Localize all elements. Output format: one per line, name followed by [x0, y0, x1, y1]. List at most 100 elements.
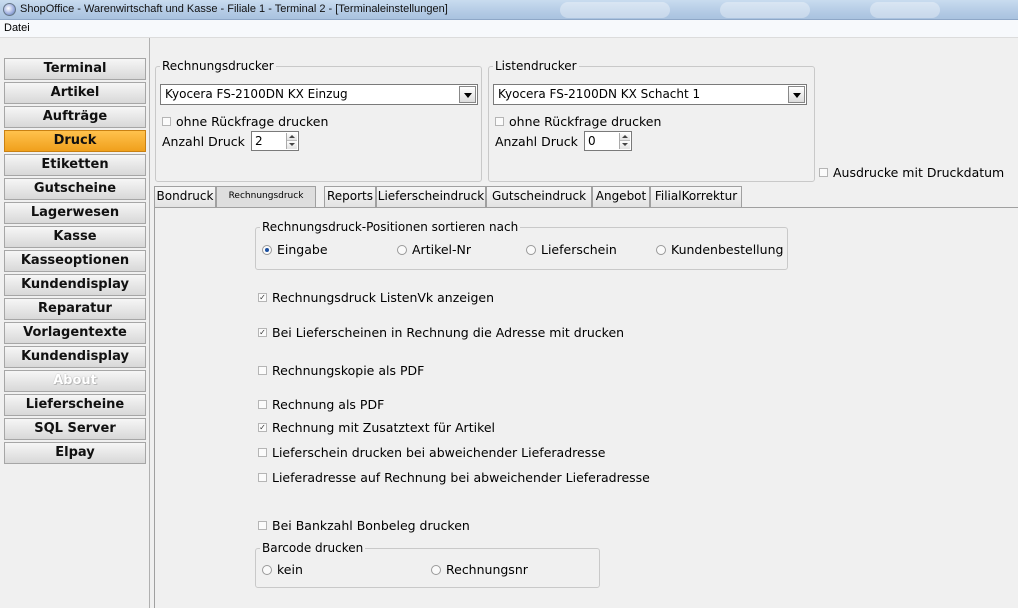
- chevron-down-icon[interactable]: [459, 86, 476, 103]
- stepper-up-icon[interactable]: [287, 133, 297, 141]
- tab-filialkorrektur[interactable]: FilialKorrektur: [650, 186, 742, 207]
- checkbox-label: Bei Lieferscheinen in Rechnung die Adres…: [272, 325, 625, 340]
- sidebar-item-kundendisplay[interactable]: Kundendisplay: [4, 274, 146, 296]
- sort-radio-artikel-nr[interactable]: Artikel-Nr: [397, 242, 471, 257]
- checkbox-label: Rechnungskopie als PDF: [272, 363, 425, 378]
- checkbox-box[interactable]: [258, 400, 267, 409]
- option-address-checkbox[interactable]: ✓ Bei Lieferscheinen in Rechnung die Adr…: [258, 325, 624, 340]
- option-invoice-pdf-checkbox[interactable]: Rechnung als PDF: [258, 397, 384, 412]
- radio-dot[interactable]: [262, 564, 272, 575]
- checkbox-label: Rechnungsdruck ListenVk anzeigen: [272, 290, 494, 305]
- checkbox-label: ohne Rückfrage drucken: [509, 114, 662, 129]
- sidebar-item-etiketten[interactable]: Etiketten: [4, 154, 146, 176]
- sidebar-item-auftraege[interactable]: Aufträge: [4, 106, 146, 128]
- radio-label: Rechnungsnr: [446, 562, 528, 577]
- sidebar-item-terminal[interactable]: Terminal: [4, 58, 146, 80]
- list-copies-stepper[interactable]: 0: [584, 131, 632, 151]
- checkbox-box[interactable]: [258, 366, 267, 375]
- tab-lieferscheindruck[interactable]: Lieferscheindruck: [376, 186, 486, 207]
- menu-file[interactable]: Datei: [4, 22, 30, 34]
- checkbox-label: Bei Bankzahl Bonbeleg drucken: [272, 518, 470, 533]
- print-date-checkbox[interactable]: Ausdrucke mit Druckdatum: [819, 165, 1004, 180]
- barcode-radio-kein[interactable]: kein: [262, 562, 303, 577]
- sidebar: Terminal Artikel Aufträge Druck Etikette…: [0, 38, 150, 608]
- checkbox-box[interactable]: [495, 117, 504, 126]
- sort-radio-lieferschein[interactable]: Lieferschein: [526, 242, 617, 257]
- sidebar-item-lagerwesen[interactable]: Lagerwesen: [4, 202, 146, 224]
- invoice-printer-select[interactable]: Kyocera FS-2100DN KX Einzug: [160, 84, 478, 105]
- checkbox-label: Ausdrucke mit Druckdatum: [833, 165, 1005, 180]
- sidebar-item-lieferscheine[interactable]: Lieferscheine: [4, 394, 146, 416]
- tab-reports[interactable]: Reports: [324, 186, 376, 207]
- tab-gutscheindruck[interactable]: Gutscheindruck: [486, 186, 592, 207]
- option-copy-pdf-checkbox[interactable]: Rechnungskopie als PDF: [258, 363, 424, 378]
- barcode-radio-rechnungsnr[interactable]: Rechnungsnr: [431, 562, 528, 577]
- list-printer-legend: Listendrucker: [493, 59, 579, 73]
- checkmark-icon[interactable]: ✓: [258, 423, 267, 432]
- sidebar-item-reparatur[interactable]: Reparatur: [4, 298, 146, 320]
- sort-radio-eingabe[interactable]: Eingabe: [262, 242, 328, 257]
- radio-label: Lieferschein: [541, 242, 617, 257]
- tab-bondruck[interactable]: Bondruck: [154, 186, 216, 207]
- invoice-copies-label: Anzahl Druck: [162, 134, 245, 149]
- invoice-no-prompt-checkbox[interactable]: ohne Rückfrage drucken: [162, 114, 328, 129]
- menu-bar: Datei: [0, 20, 1018, 38]
- radio-label: kein: [277, 562, 303, 577]
- radio-dot[interactable]: [656, 244, 666, 255]
- stepper-up-icon[interactable]: [620, 133, 630, 141]
- sidebar-item-kasseoptionen[interactable]: Kasseoptionen: [4, 250, 146, 272]
- checkbox-box[interactable]: [258, 521, 267, 530]
- checkmark-icon[interactable]: ✓: [258, 328, 267, 337]
- checkmark-icon[interactable]: ✓: [258, 293, 267, 302]
- radio-dot[interactable]: [526, 244, 536, 255]
- checkbox-box[interactable]: [162, 117, 171, 126]
- checkbox-box[interactable]: [258, 448, 267, 457]
- checkbox-label: Lieferadresse auf Rechnung bei abweichen…: [272, 470, 650, 485]
- stepper-down-icon[interactable]: [620, 141, 630, 149]
- checkbox-label: Lieferschein drucken bei abweichender Li…: [272, 445, 606, 460]
- barcode-legend: Barcode drucken: [260, 541, 366, 555]
- title-bar: ShopOffice - Warenwirtschaft und Kasse -…: [0, 0, 1018, 20]
- sort-group: Rechnungsdruck-Positionen sortieren nach…: [255, 220, 788, 270]
- checkbox-label: ohne Rückfrage drucken: [176, 114, 329, 129]
- list-printer-group: Listendrucker Kyocera FS-2100DN KX Schac…: [488, 59, 815, 182]
- sidebar-item-elpay[interactable]: Elpay: [4, 442, 146, 464]
- option-bank-receipt-checkbox[interactable]: Bei Bankzahl Bonbeleg drucken: [258, 518, 470, 533]
- radio-label: Artikel-Nr: [412, 242, 472, 257]
- sidebar-item-kundendisplay-2[interactable]: Kundendisplay: [4, 346, 146, 368]
- tab-rechnungsdruck[interactable]: Rechnungsdruck: [216, 186, 316, 208]
- barcode-group: Barcode drucken kein Rechnungsnr: [255, 541, 600, 588]
- checkbox-box[interactable]: [258, 473, 267, 482]
- sidebar-item-about: About: [4, 370, 146, 392]
- sidebar-item-sql-server[interactable]: SQL Server: [4, 418, 146, 440]
- checkbox-label: Rechnung als PDF: [272, 397, 385, 412]
- option-additional-text-checkbox[interactable]: ✓ Rechnung mit Zusatztext für Artikel: [258, 420, 495, 435]
- radio-dot[interactable]: [262, 244, 272, 255]
- invoice-printer-value: Kyocera FS-2100DN KX Einzug: [165, 87, 348, 101]
- radio-dot[interactable]: [397, 244, 407, 255]
- option-delivery-address-checkbox[interactable]: Lieferadresse auf Rechnung bei abweichen…: [258, 470, 650, 485]
- list-copies-value: 0: [588, 134, 596, 148]
- stepper-down-icon[interactable]: [287, 141, 297, 149]
- checkbox-box[interactable]: [819, 168, 828, 177]
- titlebar-glare: [560, 2, 670, 18]
- checkbox-label: Rechnung mit Zusatztext für Artikel: [272, 420, 496, 435]
- list-no-prompt-checkbox[interactable]: ohne Rückfrage drucken: [495, 114, 661, 129]
- invoice-copies-stepper[interactable]: 2: [251, 131, 299, 151]
- sidebar-item-gutscheine[interactable]: Gutscheine: [4, 178, 146, 200]
- option-listenvk-checkbox[interactable]: ✓ Rechnungsdruck ListenVk anzeigen: [258, 290, 494, 305]
- window-title: ShopOffice - Warenwirtschaft und Kasse -…: [20, 3, 448, 15]
- sidebar-item-vorlagentexte[interactable]: Vorlagentexte: [4, 322, 146, 344]
- radio-dot[interactable]: [431, 564, 441, 575]
- sidebar-item-kasse[interactable]: Kasse: [4, 226, 146, 248]
- sidebar-item-druck[interactable]: Druck: [4, 130, 146, 152]
- radio-label: Kundenbestellung: [671, 242, 784, 257]
- tab-angebot[interactable]: Angebot: [592, 186, 650, 207]
- chevron-down-icon[interactable]: [788, 86, 805, 103]
- sidebar-item-artikel[interactable]: Artikel: [4, 82, 146, 104]
- invoice-printer-legend: Rechnungsdrucker: [160, 59, 276, 73]
- sort-radio-kundenbestellung[interactable]: Kundenbestellung: [656, 242, 783, 257]
- list-printer-select[interactable]: Kyocera FS-2100DN KX Schacht 1: [493, 84, 807, 105]
- titlebar-glare: [870, 2, 940, 18]
- option-delivery-note-checkbox[interactable]: Lieferschein drucken bei abweichender Li…: [258, 445, 605, 460]
